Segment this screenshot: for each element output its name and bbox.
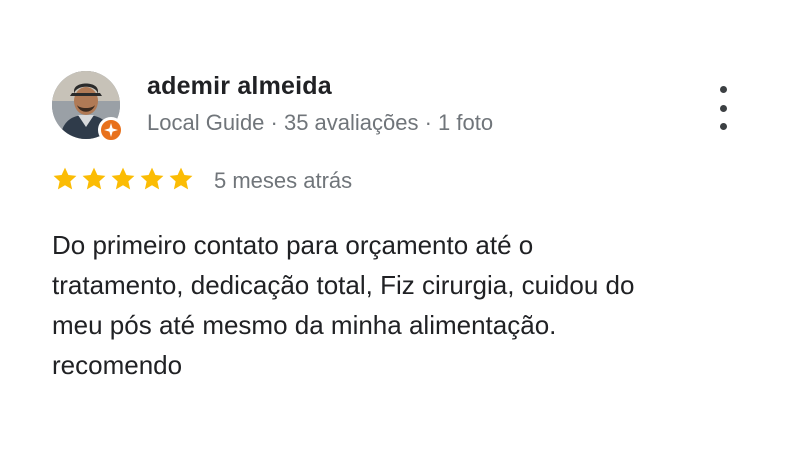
review-text-line: tratamento, dedicação total, Fiz cirurgi… (52, 270, 635, 300)
star-icon (53, 167, 77, 190)
more-vert-icon-dot (719, 86, 727, 93)
local-guide-star-icon (104, 123, 118, 137)
reviewer-meta: Local Guide · 35 avaliações · 1 foto (147, 110, 494, 135)
star-rating (51, 165, 195, 193)
more-vert-icon-dot (719, 104, 727, 112)
star-icon (169, 167, 193, 190)
review-text-line: Do primeiro contato para orçamento até o (52, 230, 534, 260)
more-options-button[interactable] (710, 86, 736, 130)
star-icon (82, 167, 106, 190)
review-time: 5 meses atrás (214, 168, 353, 193)
review-text-line: meu pós até mesmo da minha alimentação. (52, 310, 557, 340)
reviewer-name[interactable]: ademir almeida (147, 72, 332, 101)
star-icon (111, 167, 135, 190)
local-guide-badge (98, 117, 124, 143)
more-vert-icon-dot (719, 123, 727, 130)
avatar-container[interactable] (52, 71, 124, 143)
star-icon (140, 167, 164, 190)
review-card: ademir almeida Local Guide · 35 avaliaçõ… (0, 0, 800, 450)
review-text-line: recomendo (52, 350, 183, 380)
review-text: Do primeiro contato para orçamento até o… (52, 225, 752, 385)
